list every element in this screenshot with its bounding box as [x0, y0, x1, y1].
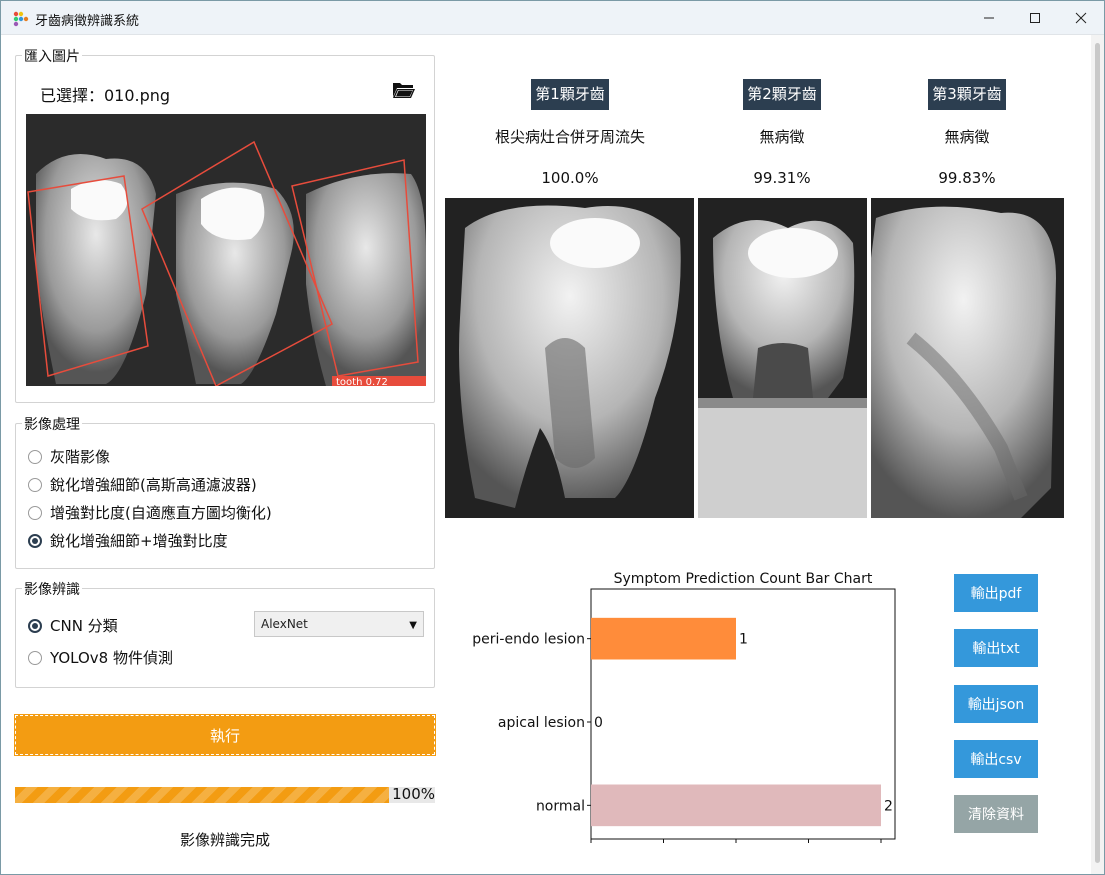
maximize-icon	[1030, 13, 1040, 23]
tooth-result-3: 第3顆牙齒 無病徵 99.83%	[907, 79, 1027, 187]
radio-indicator[interactable]	[28, 505, 42, 520]
import-image-group: 匯入圖片 已選擇：010.png tooth 0.72	[15, 46, 435, 403]
radio-label: 灰階影像	[50, 448, 111, 466]
tooth-tag: 第1顆牙齒	[531, 79, 609, 110]
tooth-crop-2	[698, 198, 867, 518]
export-txt-button[interactable]: 輸出txt	[954, 629, 1038, 667]
chart-category-label: apical lesion	[498, 715, 585, 731]
tooth-confidence: 100.0%	[541, 169, 599, 187]
tooth-diagnosis: 無病徵	[944, 128, 990, 146]
tooth-crop-graphic	[698, 198, 867, 518]
symptom-bar-chart: Symptom Prediction Count Bar Chart 1 0 2 p…	[472, 571, 896, 843]
image-recognition-label: 影像辨識	[22, 579, 82, 599]
folder-open-icon[interactable]	[392, 80, 416, 100]
scrollbar-thumb[interactable]	[1095, 43, 1100, 863]
maximize-button[interactable]	[1012, 1, 1058, 35]
radio-grayscale[interactable]: 灰階影像	[28, 446, 110, 467]
radio-label: 銳化增強細節(高斯高通濾波器)	[50, 476, 257, 494]
minimize-icon	[984, 17, 994, 19]
xray-graphic: tooth 0.72	[26, 114, 426, 386]
tooth-crop-1	[445, 198, 694, 518]
close-icon	[1075, 12, 1087, 24]
progress-label: 100%	[392, 785, 435, 803]
vertical-scrollbar[interactable]	[1091, 35, 1104, 874]
chart-value-label: 2	[884, 798, 893, 814]
model-select-value: AlexNet	[261, 617, 308, 631]
tooth-crop-3	[871, 198, 1064, 518]
image-processing-label: 影像處理	[22, 414, 82, 434]
radio-indicator[interactable]	[28, 477, 42, 492]
image-recognition-group: 影像辨識 CNN 分類 YOLOv8 物件偵測 AlexNet ▼	[15, 579, 435, 688]
tooth-tag: 第2顆牙齒	[743, 79, 821, 110]
selected-file-text: 已選擇：010.png	[40, 86, 171, 105]
tooth-crop-graphic	[445, 198, 694, 518]
radio-label: 銳化增強細節+增強對比度	[50, 532, 228, 550]
chevron-down-icon: ▼	[409, 620, 417, 631]
minimize-button[interactable]	[966, 1, 1012, 35]
model-select[interactable]: AlexNet ▼	[254, 611, 424, 637]
chart-bar	[591, 784, 881, 827]
export-json-button[interactable]: 輸出json	[954, 685, 1038, 723]
tooth-result-1: 第1顆牙齒 根尖病灶合併牙周流失 100.0%	[489, 79, 651, 187]
clear-data-button[interactable]: 清除資料	[954, 795, 1038, 833]
radio-contrast[interactable]: 增強對比度(自適應直方圖均衡化)	[28, 502, 272, 523]
progress-bar: 100%	[15, 785, 435, 803]
import-image-label: 匯入圖片	[22, 46, 82, 66]
close-button[interactable]	[1058, 1, 1104, 35]
chart-category-label: peri-endo lesion	[472, 632, 585, 648]
tooth-crop-graphic	[871, 198, 1064, 518]
chart-value-label: 1	[739, 632, 748, 648]
radio-yolo[interactable]: YOLOv8 物件偵測	[28, 647, 173, 668]
radio-indicator[interactable]	[28, 449, 42, 464]
radio-sharpen[interactable]: 銳化增強細節(高斯高通濾波器)	[28, 474, 257, 495]
tooth-result-2: 第2顆牙齒 無病徵 99.31%	[722, 79, 842, 187]
radio-indicator[interactable]	[28, 650, 42, 665]
app-icon	[13, 11, 29, 27]
app-window: 牙齒病徵辨識系統 匯入圖片 已選擇：010.png tooth 0.72 影像處…	[0, 0, 1105, 875]
export-pdf-button[interactable]: 輸出pdf	[954, 574, 1038, 612]
radio-label: 增強對比度(自適應直方圖均衡化)	[50, 504, 272, 522]
status-text: 影像辨識完成	[179, 831, 270, 849]
run-button[interactable]: 執行	[14, 714, 436, 756]
radio-label: YOLOv8 物件偵測	[50, 649, 173, 667]
radio-indicator[interactable]	[28, 618, 42, 633]
chart-category-label: normal	[536, 798, 585, 814]
detection-label: tooth 0.72	[336, 377, 388, 386]
radio-cnn[interactable]: CNN 分類	[28, 615, 118, 636]
tooth-diagnosis: 無病徵	[759, 128, 805, 146]
tooth-confidence: 99.31%	[753, 169, 811, 187]
window-title: 牙齒病徵辨識系統	[35, 14, 140, 29]
radio-indicator[interactable]	[28, 533, 42, 548]
chart-bar	[591, 617, 736, 660]
main-content: 匯入圖片 已選擇：010.png tooth 0.72 影像處理 灰階影像 銳化…	[1, 35, 1093, 874]
chart-title: Symptom Prediction Count Bar Chart	[614, 571, 873, 587]
image-processing-group: 影像處理 灰階影像 銳化增強細節(高斯高通濾波器) 增強對比度(自適應直方圖均衡…	[15, 414, 435, 569]
chart-value-label: 0	[594, 715, 603, 731]
tooth-tag: 第3顆牙齒	[928, 79, 1006, 110]
tooth-diagnosis: 根尖病灶合併牙周流失	[494, 128, 645, 146]
export-csv-button[interactable]: 輸出csv	[954, 740, 1038, 778]
title-bar: 牙齒病徵辨識系統	[1, 1, 1104, 35]
radio-label: CNN 分類	[50, 617, 118, 635]
xray-image: tooth 0.72	[26, 114, 426, 386]
progress-fill	[15, 787, 389, 803]
tooth-confidence: 99.83%	[938, 169, 996, 187]
radio-sharpen-contrast[interactable]: 銳化增強細節+增強對比度	[28, 530, 228, 551]
